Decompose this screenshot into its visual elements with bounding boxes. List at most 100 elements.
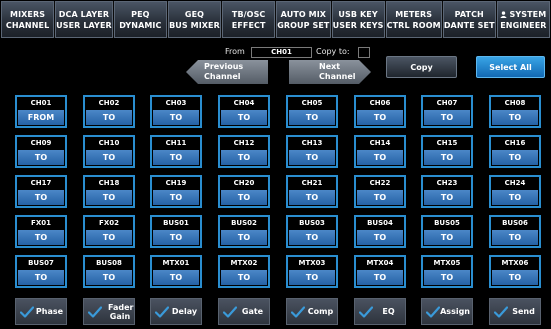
- to-button-mtx04[interactable]: TO: [357, 270, 403, 285]
- channel-cell-mtx01: MTX01 TO: [150, 255, 202, 288]
- to-button-bus06[interactable]: TO: [492, 230, 538, 245]
- to-button-ch17[interactable]: TO: [18, 190, 64, 205]
- to-button-ch21[interactable]: TO: [289, 190, 335, 205]
- to-button-ch24[interactable]: TO: [492, 190, 538, 205]
- to-button-mtx03[interactable]: TO: [289, 270, 335, 285]
- to-button-ch04[interactable]: TO: [221, 110, 267, 125]
- to-button-ch23[interactable]: TO: [424, 190, 470, 205]
- channel-name: FX02: [99, 219, 119, 227]
- to-button-ch18[interactable]: TO: [86, 190, 132, 205]
- channel-cell-ch08: CH08 TO: [489, 95, 541, 128]
- nav-tab-label-line2: CTRL ROOM: [386, 20, 441, 30]
- channel-name: BUS01: [163, 219, 189, 227]
- to-button-ch02[interactable]: TO: [86, 110, 132, 125]
- to-button-ch22[interactable]: TO: [357, 190, 403, 205]
- to-button-ch10[interactable]: TO: [86, 150, 132, 165]
- previous-channel-label-line2: Channel: [204, 72, 241, 81]
- from-button-ch01[interactable]: FROM: [18, 110, 64, 125]
- to-button-bus07[interactable]: TO: [18, 270, 64, 285]
- param-toggle-fader-gain[interactable]: Fader Gain: [83, 298, 135, 325]
- to-button-bus03[interactable]: TO: [289, 230, 335, 245]
- nav-tab-system[interactable]: SYSTEM ENGINEER: [496, 1, 550, 38]
- param-toggle-assign[interactable]: Assign: [421, 298, 473, 325]
- param-toggle-delay[interactable]: Delay: [150, 298, 202, 325]
- nav-tab-tb-osc[interactable]: TB/OSC EFFECT: [222, 1, 276, 38]
- to-button-mtx05[interactable]: TO: [424, 270, 470, 285]
- channel-name: CH08: [504, 99, 526, 107]
- to-button-ch11[interactable]: TO: [153, 150, 199, 165]
- channel-cell-bus04: BUS04 TO: [354, 215, 406, 248]
- next-channel-button[interactable]: Next Channel: [289, 60, 371, 84]
- to-button-ch13[interactable]: TO: [289, 150, 335, 165]
- channel-cell-bus03: BUS03 TO: [286, 215, 338, 248]
- channel-cell-mtx04: MTX04 TO: [354, 255, 406, 288]
- nav-tab-geq[interactable]: GEQ BUS MIXER: [167, 1, 222, 38]
- channel-name: BUS05: [434, 219, 460, 227]
- nav-tab-patch[interactable]: PATCH DANTE SET: [442, 1, 496, 38]
- nav-tab-auto-mix[interactable]: AUTO MIX GROUP SET: [276, 1, 331, 38]
- param-toggle-gate[interactable]: Gate: [218, 298, 270, 325]
- param-label: Send: [512, 307, 535, 316]
- channel-cell-ch18: CH18 TO: [83, 175, 135, 208]
- channel-name: CH24: [504, 179, 526, 187]
- channel-name: CH19: [165, 179, 187, 187]
- channel-name: CH17: [30, 179, 52, 187]
- param-label: EQ: [382, 307, 395, 316]
- select-all-button[interactable]: Select All: [476, 56, 545, 78]
- channel-cell-mtx03: MTX03 TO: [286, 255, 338, 288]
- to-button-ch08[interactable]: TO: [492, 110, 538, 125]
- to-button-ch05[interactable]: TO: [289, 110, 335, 125]
- to-button-bus01[interactable]: TO: [153, 230, 199, 245]
- channel-cell-ch07: CH07 TO: [421, 95, 473, 128]
- channel-name: MTX06: [501, 259, 529, 267]
- to-button-ch14[interactable]: TO: [357, 150, 403, 165]
- from-channel-field[interactable]: CH01: [251, 47, 312, 58]
- channel-name: CH16: [504, 139, 526, 147]
- to-button-bus05[interactable]: TO: [424, 230, 470, 245]
- to-button-bus02[interactable]: TO: [221, 230, 267, 245]
- to-button-ch09[interactable]: TO: [18, 150, 64, 165]
- nav-tab-mixers[interactable]: MIXERS CHANNEL: [1, 1, 55, 38]
- param-toggle-comp[interactable]: Comp: [286, 298, 338, 325]
- channel-name: MTX02: [230, 259, 258, 267]
- to-button-bus04[interactable]: TO: [357, 230, 403, 245]
- previous-channel-button[interactable]: Previous Channel: [186, 60, 268, 84]
- to-button-ch06[interactable]: TO: [357, 110, 403, 125]
- channel-cell-ch23: CH23 TO: [421, 175, 473, 208]
- nav-tab-label-line2: CHANNEL: [5, 20, 50, 30]
- nav-tab-meters[interactable]: METERS CTRL ROOM: [385, 1, 442, 38]
- to-button-ch12[interactable]: TO: [221, 150, 267, 165]
- to-button-fx01[interactable]: TO: [18, 230, 64, 245]
- nav-tab-dca-layer[interactable]: DCA LAYER USER LAYER: [55, 1, 113, 38]
- to-button-bus08[interactable]: TO: [86, 270, 132, 285]
- nav-tab-label-line2: EFFECT: [231, 20, 266, 30]
- to-button-ch15[interactable]: TO: [424, 150, 470, 165]
- channel-cell-ch04: CH04 TO: [218, 95, 270, 128]
- to-button-mtx02[interactable]: TO: [221, 270, 267, 285]
- copy-button[interactable]: Copy: [386, 56, 457, 78]
- person-icon: [500, 10, 508, 18]
- to-button-mtx01[interactable]: TO: [153, 270, 199, 285]
- channel-name: MTX05: [433, 259, 461, 267]
- to-button-ch16[interactable]: TO: [492, 150, 538, 165]
- channel-cell-ch14: CH14 TO: [354, 135, 406, 168]
- channel-cell-ch01: CH01 FROM: [15, 95, 67, 128]
- channel-cell-ch15: CH15 TO: [421, 135, 473, 168]
- channel-name: BUS03: [299, 219, 325, 227]
- channel-name: CH20: [233, 179, 255, 187]
- param-toggle-phase[interactable]: Phase: [15, 298, 67, 325]
- to-button-ch19[interactable]: TO: [153, 190, 199, 205]
- to-button-ch07[interactable]: TO: [424, 110, 470, 125]
- top-navigation: MIXERS CHANNEL DCA LAYER USER LAYER PEQ DYNAM…: [1, 1, 550, 38]
- to-button-fx02[interactable]: TO: [86, 230, 132, 245]
- param-toggle-eq[interactable]: EQ: [354, 298, 406, 325]
- to-button-ch03[interactable]: TO: [153, 110, 199, 125]
- to-button-mtx06[interactable]: TO: [492, 270, 538, 285]
- nav-tab-system-heading: SYSTEM: [500, 9, 546, 20]
- to-button-ch20[interactable]: TO: [221, 190, 267, 205]
- channel-cell-ch17: CH17 TO: [15, 175, 67, 208]
- nav-tab-peq[interactable]: PEQ DYNAMIC: [113, 1, 167, 38]
- param-toggle-send[interactable]: Send: [489, 298, 541, 325]
- nav-tab-usb-key[interactable]: USB KEY USER KEYS: [331, 1, 385, 38]
- copy-to-field[interactable]: [358, 47, 370, 58]
